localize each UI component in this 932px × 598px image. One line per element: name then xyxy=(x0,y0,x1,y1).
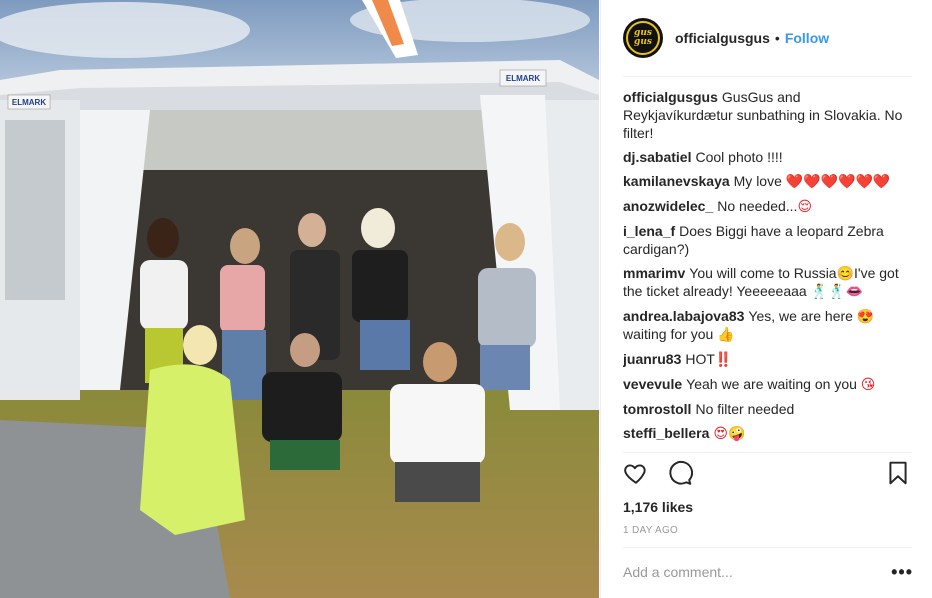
comment-box-divider xyxy=(623,547,912,548)
bookmark-icon[interactable] xyxy=(885,460,913,488)
comment-username[interactable]: juanru83 xyxy=(623,351,681,367)
add-comment-input[interactable] xyxy=(623,564,863,580)
action-bar xyxy=(623,460,913,492)
comment-emoji: 😍🤪 xyxy=(713,426,746,442)
comment-username[interactable]: vevevule xyxy=(623,376,682,392)
comment: steffi_bellera 😍🤪 xyxy=(623,424,913,443)
post-header: gus gus officialgusgus • Follow xyxy=(623,17,913,59)
comment-text: My love xyxy=(733,173,782,189)
comment-username[interactable]: steffi_bellera xyxy=(623,425,709,441)
comment-icon[interactable] xyxy=(667,460,695,488)
comment-emoji: 👍 xyxy=(717,327,735,343)
comment: kamilanevskaya My love ❤️❤️❤️❤️❤️❤️ xyxy=(623,172,913,191)
comment-emoji: ‼️ xyxy=(714,352,733,368)
avatar-logo-bottom: gus xyxy=(634,37,652,47)
comment-username[interactable]: mmarimv xyxy=(623,265,685,281)
post-timestamp: 1 DAY AGO xyxy=(623,525,679,536)
likes-count[interactable]: 1,176 likes xyxy=(623,499,693,515)
heart-icon[interactable] xyxy=(623,460,651,488)
comment-caption: officialgusgus GusGus and Reykjavíkurdætu… xyxy=(623,88,913,142)
separator-dot: • xyxy=(774,30,780,46)
header-divider xyxy=(623,76,912,77)
comment-username[interactable]: officialgusgus xyxy=(623,89,718,105)
gusgus-logo-icon: gus gus xyxy=(626,21,660,55)
comment-username[interactable]: tomrostoll xyxy=(623,401,691,417)
header-username[interactable]: officialgusgus xyxy=(675,30,770,46)
comment: tomrostoll No filter needed xyxy=(623,400,913,418)
add-comment-row: ••• xyxy=(623,562,913,582)
actions-divider xyxy=(623,452,912,453)
comment: mmarimv You will come to Russia😊I've got … xyxy=(623,264,913,301)
comment-emoji: 😘 xyxy=(860,377,876,393)
comment-text: No filter needed xyxy=(695,401,795,417)
photo-illustration: ELMARK ELMARK xyxy=(0,0,599,598)
comment-username[interactable]: anozwidelec_ xyxy=(623,198,713,214)
comment: andrea.labajova83 Yes, we are here 😍 wait… xyxy=(623,307,913,344)
post-photo[interactable]: ELMARK ELMARK xyxy=(0,0,599,598)
tent-sign-right: ELMARK xyxy=(506,74,540,83)
post-sidebar: gus gus officialgusgus • Follow official… xyxy=(600,0,932,598)
comment-text: No needed... xyxy=(717,198,798,214)
comments-list[interactable]: officialgusgus GusGus and Reykjavíkurdætu… xyxy=(623,88,913,448)
comment: i_lena_f Does Biggi have a leopard Zebra … xyxy=(623,222,913,258)
comment: anozwidelec_ No needed...😌 xyxy=(623,197,913,216)
comment-text: Cool photo !!!! xyxy=(695,149,783,165)
comment-username[interactable]: kamilanevskaya xyxy=(623,173,730,189)
comment: vevevule Yeah we are waiting on you 😘 xyxy=(623,375,913,394)
comment: dj.sabatiel Cool photo !!!! xyxy=(623,148,913,166)
more-options-icon[interactable]: ••• xyxy=(891,562,913,583)
tent-sign-left: ELMARK xyxy=(12,98,46,107)
comment-text: HOT xyxy=(685,351,715,367)
avatar[interactable]: gus gus xyxy=(623,18,663,58)
comment-emoji: 😌 xyxy=(797,199,813,215)
comment-emoji: ❤️❤️❤️❤️❤️❤️ xyxy=(785,174,891,190)
comment-username[interactable]: dj.sabatiel xyxy=(623,149,691,165)
comment: juanru83 HOT‼️ xyxy=(623,350,913,369)
comment-text: Yeah we are waiting on you xyxy=(686,376,857,392)
comment-username[interactable]: andrea.labajova83 xyxy=(623,308,744,324)
comment-emoji: 🕺🕺👄 xyxy=(810,284,863,300)
comment-username[interactable]: i_lena_f xyxy=(623,223,675,239)
follow-button[interactable]: Follow xyxy=(785,30,829,46)
